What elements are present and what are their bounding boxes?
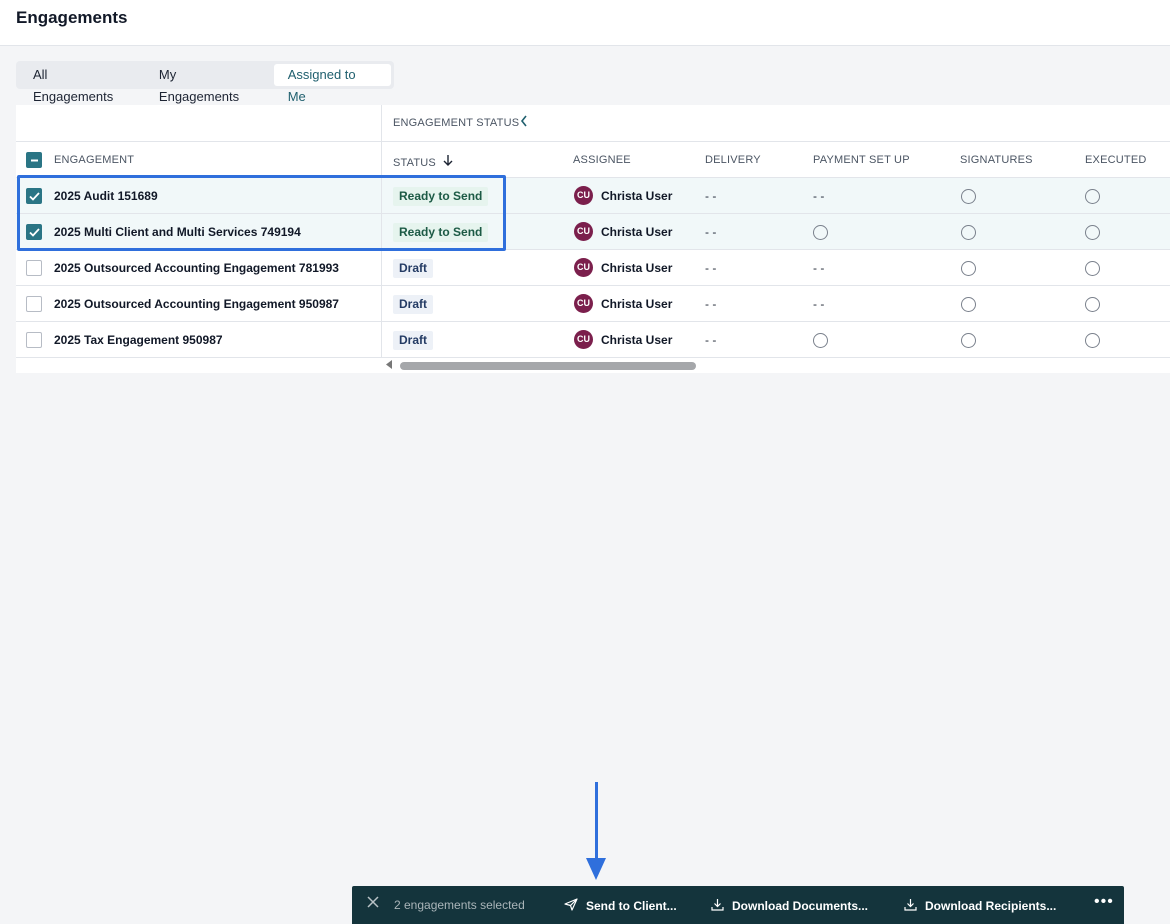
row-checkbox[interactable] — [26, 188, 42, 204]
signatures-status-icon — [961, 225, 976, 240]
signatures-status-icon — [961, 189, 976, 204]
column-header-payment-set-up[interactable]: PAYMENT SET UP — [813, 154, 910, 166]
scrollbar-thumb[interactable] — [400, 362, 696, 370]
annotation-arrow-head — [586, 858, 606, 880]
assignee-name: Christa User — [601, 189, 673, 203]
download-documents-button[interactable]: Download Documents... — [711, 898, 868, 914]
delivery-value: - - — [705, 297, 717, 311]
assignee-name: Christa User — [601, 225, 673, 239]
chevron-left-icon[interactable] — [520, 115, 528, 130]
row-checkbox[interactable] — [26, 260, 42, 276]
row-checkbox[interactable] — [26, 224, 42, 240]
column-header-engagement[interactable]: ENGAGEMENT — [54, 154, 134, 166]
avatar: CU — [574, 294, 593, 313]
payment-status-icon — [813, 225, 828, 240]
payment-value: - - — [813, 261, 825, 275]
column-header-status-label: STATUS — [393, 157, 436, 169]
tab-my-engagements[interactable]: My Engagements — [145, 64, 274, 104]
engagement-name[interactable]: 2025 Tax Engagement 950987 — [54, 333, 223, 347]
download-documents-label: Download Documents... — [732, 899, 869, 913]
executed-status-icon — [1085, 189, 1100, 204]
assignee-name: Christa User — [601, 333, 673, 347]
signatures-status-icon — [961, 261, 976, 276]
assignee-name: Christa User — [601, 297, 673, 311]
bulk-action-bar: 2 engagements selected Send to Client...… — [352, 886, 1124, 924]
status-badge: Draft — [393, 331, 434, 350]
engagement-name[interactable]: 2025 Outsourced Accounting Engagement 95… — [54, 297, 339, 311]
table-row[interactable]: 2025 Multi Client and Multi Services 749… — [16, 214, 1170, 250]
download-icon — [711, 898, 724, 914]
group-header-engagement-status: ENGAGEMENT STATUS — [393, 117, 520, 129]
row-checkbox[interactable] — [26, 332, 42, 348]
avatar: CU — [574, 222, 593, 241]
executed-status-icon — [1085, 225, 1100, 240]
status-badge: Ready to Send — [393, 223, 489, 242]
annotation-arrow — [595, 782, 598, 862]
selection-count: 2 engagements selected — [394, 898, 525, 912]
tab-assigned-to-me[interactable]: Assigned to Me — [273, 64, 391, 104]
close-icon[interactable] — [367, 895, 379, 913]
select-all-checkbox[interactable] — [26, 152, 42, 168]
engagement-name[interactable]: 2025 Multi Client and Multi Services 749… — [54, 225, 301, 239]
payment-value: - - — [813, 189, 825, 203]
send-to-client-button[interactable]: Send to Client... — [564, 898, 677, 914]
tab-all-engagements[interactable]: All Engagements — [19, 64, 145, 104]
executed-status-icon — [1085, 261, 1100, 276]
delivery-value: - - — [705, 225, 717, 239]
table-row[interactable]: 2025 Outsourced Accounting Engagement 95… — [16, 286, 1170, 322]
payment-value: - - — [813, 297, 825, 311]
sort-down-icon[interactable] — [443, 154, 453, 169]
engagement-name[interactable]: 2025 Audit 151689 — [54, 189, 158, 203]
engagement-name[interactable]: 2025 Outsourced Accounting Engagement 78… — [54, 261, 339, 275]
engagement-tabs: All Engagements My Engagements Assigned … — [16, 61, 394, 104]
download-recipients-button[interactable]: Download Recipients... — [904, 898, 1056, 914]
frozen-column-divider — [381, 105, 382, 358]
table-row[interactable]: 2025 Outsourced Accounting Engagement 78… — [16, 250, 1170, 286]
delivery-value: - - — [705, 189, 717, 203]
payment-status-icon — [813, 333, 828, 348]
column-group-row: ENGAGEMENT STATUS — [16, 105, 1170, 142]
delivery-value: - - — [705, 333, 717, 347]
assignee-name: Christa User — [601, 261, 673, 275]
executed-status-icon — [1085, 297, 1100, 312]
avatar: CU — [574, 186, 593, 205]
row-checkbox[interactable] — [26, 296, 42, 312]
signatures-status-icon — [961, 333, 976, 348]
signatures-status-icon — [961, 297, 976, 312]
table-header-row: ENGAGEMENT STATUS ASSIGNEE DELIVERY PAYM… — [16, 142, 1170, 178]
download-icon — [904, 898, 917, 914]
page-title: Engagements — [16, 8, 128, 27]
avatar: CU — [574, 258, 593, 277]
delivery-value: - - — [705, 261, 717, 275]
send-to-client-label: Send to Client... — [586, 899, 677, 913]
column-header-delivery[interactable]: DELIVERY — [705, 154, 761, 166]
more-icon[interactable]: ••• — [1094, 893, 1114, 911]
avatar: CU — [574, 330, 593, 349]
column-header-status[interactable]: STATUS — [393, 154, 453, 169]
status-badge: Draft — [393, 295, 434, 314]
executed-status-icon — [1085, 333, 1100, 348]
horizontal-scrollbar[interactable] — [381, 358, 1170, 373]
top-bar: Engagements — [0, 0, 1170, 46]
engagements-table: ENGAGEMENT STATUS ENGAGEMENT STATUS ASSI… — [16, 105, 1170, 373]
download-recipients-label: Download Recipients... — [925, 899, 1057, 913]
status-badge: Draft — [393, 259, 434, 278]
column-header-signatures[interactable]: SIGNATURES — [960, 154, 1033, 166]
table-row[interactable]: 2025 Audit 151689 Ready to Send CU Chris… — [16, 178, 1170, 214]
table-row[interactable]: 2025 Tax Engagement 950987 Draft CU Chri… — [16, 322, 1170, 358]
status-badge: Ready to Send — [393, 187, 489, 206]
scroll-left-icon[interactable] — [386, 360, 393, 371]
column-header-assignee[interactable]: ASSIGNEE — [573, 154, 631, 166]
send-icon — [564, 898, 578, 914]
column-header-executed[interactable]: EXECUTED — [1085, 154, 1147, 166]
